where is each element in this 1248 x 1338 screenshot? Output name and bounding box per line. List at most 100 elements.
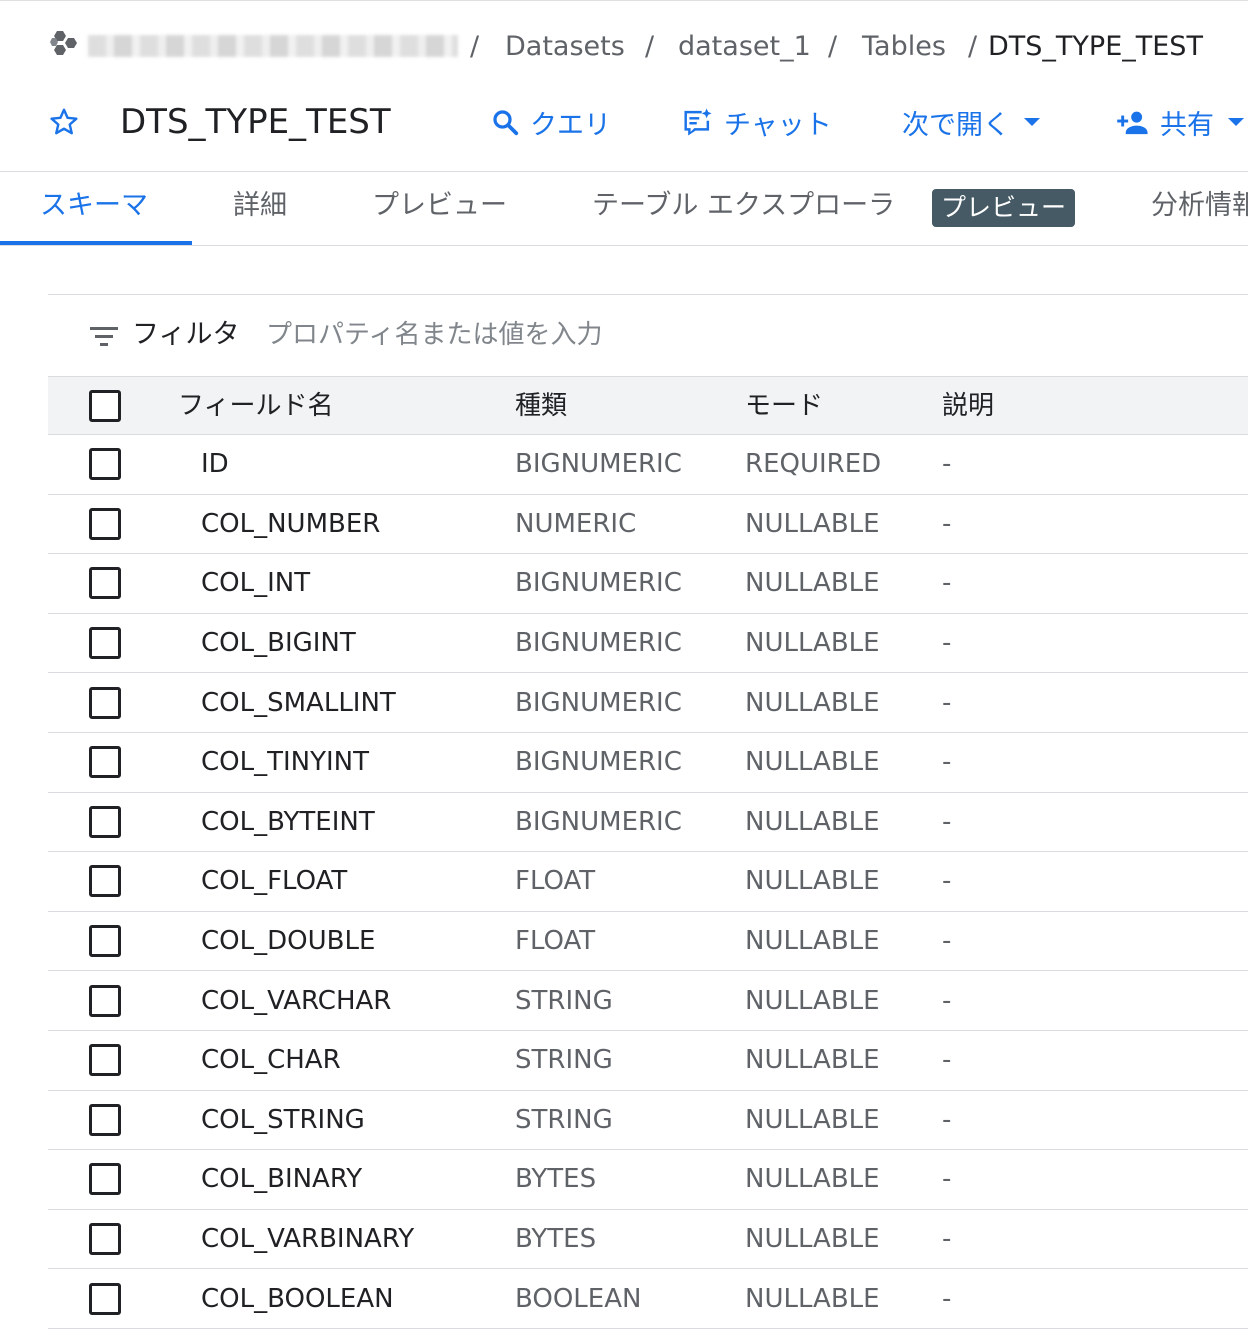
active-tab-indicator bbox=[0, 241, 192, 245]
row-checkbox[interactable] bbox=[89, 746, 121, 779]
field-description: - bbox=[942, 1045, 952, 1076]
field-description: - bbox=[942, 628, 952, 659]
table-row[interactable]: COL_VARCHAR STRING NULLABLE - bbox=[48, 971, 1248, 1031]
open-in-button-label: 次で開く bbox=[902, 109, 1010, 141]
table-row[interactable]: COL_BINARY BYTES NULLABLE - bbox=[48, 1150, 1248, 1210]
star-outline-icon[interactable] bbox=[48, 106, 80, 138]
field-description: - bbox=[942, 568, 952, 599]
person-add-icon bbox=[1117, 111, 1148, 135]
field-type: STRING bbox=[515, 1104, 613, 1135]
field-type: BYTES bbox=[515, 1164, 597, 1195]
table-header: フィールド名 種類 モード 説明 bbox=[48, 376, 1248, 435]
tab-table-explorer[interactable]: テーブル エクスプローラ bbox=[592, 188, 895, 224]
breadcrumb-separator: / bbox=[470, 31, 480, 62]
tab-preview[interactable]: プレビュー bbox=[372, 188, 507, 224]
row-checkbox[interactable] bbox=[89, 1163, 121, 1196]
table-row[interactable]: COL_STRING STRING NULLABLE - bbox=[48, 1091, 1248, 1151]
field-description: - bbox=[942, 687, 952, 718]
row-checkbox[interactable] bbox=[89, 984, 121, 1017]
field-mode: NULLABLE bbox=[745, 985, 880, 1016]
row-checkbox[interactable] bbox=[89, 1044, 121, 1077]
column-header-name[interactable]: フィールド名 bbox=[178, 390, 333, 422]
field-mode: NULLABLE bbox=[745, 508, 880, 539]
row-checkbox[interactable] bbox=[89, 627, 121, 660]
field-description: - bbox=[942, 1104, 952, 1135]
preview-badge: プレビュー bbox=[932, 189, 1076, 227]
row-checkbox[interactable] bbox=[89, 507, 121, 540]
breadcrumb-datasets[interactable]: Datasets bbox=[505, 31, 625, 63]
field-description: - bbox=[942, 985, 952, 1016]
row-checkbox[interactable] bbox=[89, 1282, 121, 1315]
field-name: COL_STRING bbox=[201, 1104, 365, 1135]
row-checkbox[interactable] bbox=[89, 805, 121, 838]
field-name: COL_CHAR bbox=[201, 1045, 341, 1076]
column-header-description[interactable]: 説明 bbox=[942, 390, 994, 422]
field-type: NUMERIC bbox=[515, 508, 637, 539]
filter-bar: フィルタ bbox=[48, 294, 1248, 376]
bigquery-hexagons-icon[interactable] bbox=[48, 29, 84, 63]
table-row[interactable]: COL_TINYINT BIGNUMERIC NULLABLE - bbox=[48, 733, 1248, 793]
column-header-mode[interactable]: モード bbox=[745, 390, 823, 422]
field-description: - bbox=[942, 926, 952, 957]
table-row[interactable]: COL_CHAR STRING NULLABLE - bbox=[48, 1031, 1248, 1091]
breadcrumb-separator: / bbox=[828, 31, 838, 62]
breadcrumb-current: DTS_TYPE_TEST bbox=[988, 31, 1203, 62]
field-type: BIGNUMERIC bbox=[515, 687, 682, 718]
schema-table: フィールド名 種類 モード 説明 ID BIGNUMERIC REQUIRED - CO… bbox=[48, 376, 1248, 1329]
row-checkbox[interactable] bbox=[89, 448, 121, 481]
table-row[interactable]: COL_DOUBLE FLOAT NULLABLE - bbox=[48, 912, 1248, 972]
filter-input[interactable] bbox=[266, 313, 1166, 357]
row-checkbox[interactable] bbox=[89, 925, 121, 958]
breadcrumb-tables[interactable]: Tables bbox=[862, 31, 946, 63]
query-button[interactable]: クエリ bbox=[490, 102, 611, 142]
field-name: COL_DOUBLE bbox=[201, 926, 376, 957]
tab-bar: スキーマ 詳細 プレビュー テーブル エクスプローラ プレビュー 分析情報 bbox=[0, 172, 1248, 246]
tab-details[interactable]: 詳細 bbox=[233, 188, 287, 224]
open-in-button[interactable]: 次で開く bbox=[902, 102, 1040, 142]
field-name: COL_BIGINT bbox=[201, 628, 356, 659]
tab-schema[interactable]: スキーマ bbox=[40, 188, 148, 224]
table-row[interactable]: ID BIGNUMERIC REQUIRED - bbox=[48, 435, 1248, 495]
row-checkbox[interactable] bbox=[89, 1223, 121, 1256]
project-name-redacted[interactable] bbox=[88, 35, 458, 57]
column-header-type[interactable]: 種類 bbox=[515, 390, 567, 422]
row-checkbox[interactable] bbox=[89, 686, 121, 719]
field-mode: NULLABLE bbox=[745, 866, 880, 897]
table-row[interactable]: COL_BOOLEAN BOOLEAN NULLABLE - bbox=[48, 1269, 1248, 1329]
table-row[interactable]: COL_INT BIGNUMERIC NULLABLE - bbox=[48, 554, 1248, 614]
field-name: COL_VARBINARY bbox=[201, 1224, 415, 1255]
row-checkbox[interactable] bbox=[89, 1103, 121, 1136]
field-type: STRING bbox=[515, 985, 613, 1016]
field-name: COL_BINARY bbox=[201, 1164, 363, 1195]
field-mode: NULLABLE bbox=[745, 628, 880, 659]
field-description: - bbox=[942, 508, 952, 539]
chat-button[interactable]: チャット bbox=[682, 102, 832, 142]
field-mode: NULLABLE bbox=[745, 926, 880, 957]
row-checkbox[interactable] bbox=[89, 567, 121, 600]
select-all-checkbox[interactable] bbox=[89, 389, 121, 422]
field-description: - bbox=[942, 449, 952, 480]
table-row[interactable]: COL_FLOAT FLOAT NULLABLE - bbox=[48, 852, 1248, 912]
field-description: - bbox=[942, 866, 952, 897]
breadcrumb-dataset[interactable]: dataset_1 bbox=[678, 31, 811, 63]
field-mode: NULLABLE bbox=[745, 1045, 880, 1076]
search-icon bbox=[493, 110, 519, 136]
field-description: - bbox=[942, 1164, 952, 1195]
table-row[interactable]: COL_BYTEINT BIGNUMERIC NULLABLE - bbox=[48, 793, 1248, 853]
field-description: - bbox=[942, 1283, 952, 1314]
table-row[interactable]: COL_NUMBER NUMERIC NULLABLE - bbox=[48, 495, 1248, 555]
share-button[interactable]: 共有 bbox=[1116, 102, 1244, 142]
field-mode: NULLABLE bbox=[745, 568, 880, 599]
row-checkbox[interactable] bbox=[89, 865, 121, 898]
field-type: BIGNUMERIC bbox=[515, 628, 682, 659]
table-row[interactable]: COL_BIGINT BIGNUMERIC NULLABLE - bbox=[48, 614, 1248, 674]
tab-insights[interactable]: 分析情報 bbox=[1151, 188, 1248, 224]
field-type: STRING bbox=[515, 1045, 613, 1076]
table-row[interactable]: COL_VARBINARY BYTES NULLABLE - bbox=[48, 1210, 1248, 1270]
field-mode: NULLABLE bbox=[745, 747, 880, 778]
field-name: COL_SMALLINT bbox=[201, 687, 396, 718]
field-name: ID bbox=[201, 449, 229, 480]
table-row[interactable]: COL_SMALLINT BIGNUMERIC NULLABLE - bbox=[48, 673, 1248, 733]
field-name: COL_VARCHAR bbox=[201, 985, 392, 1016]
field-type: BIGNUMERIC bbox=[515, 806, 682, 837]
